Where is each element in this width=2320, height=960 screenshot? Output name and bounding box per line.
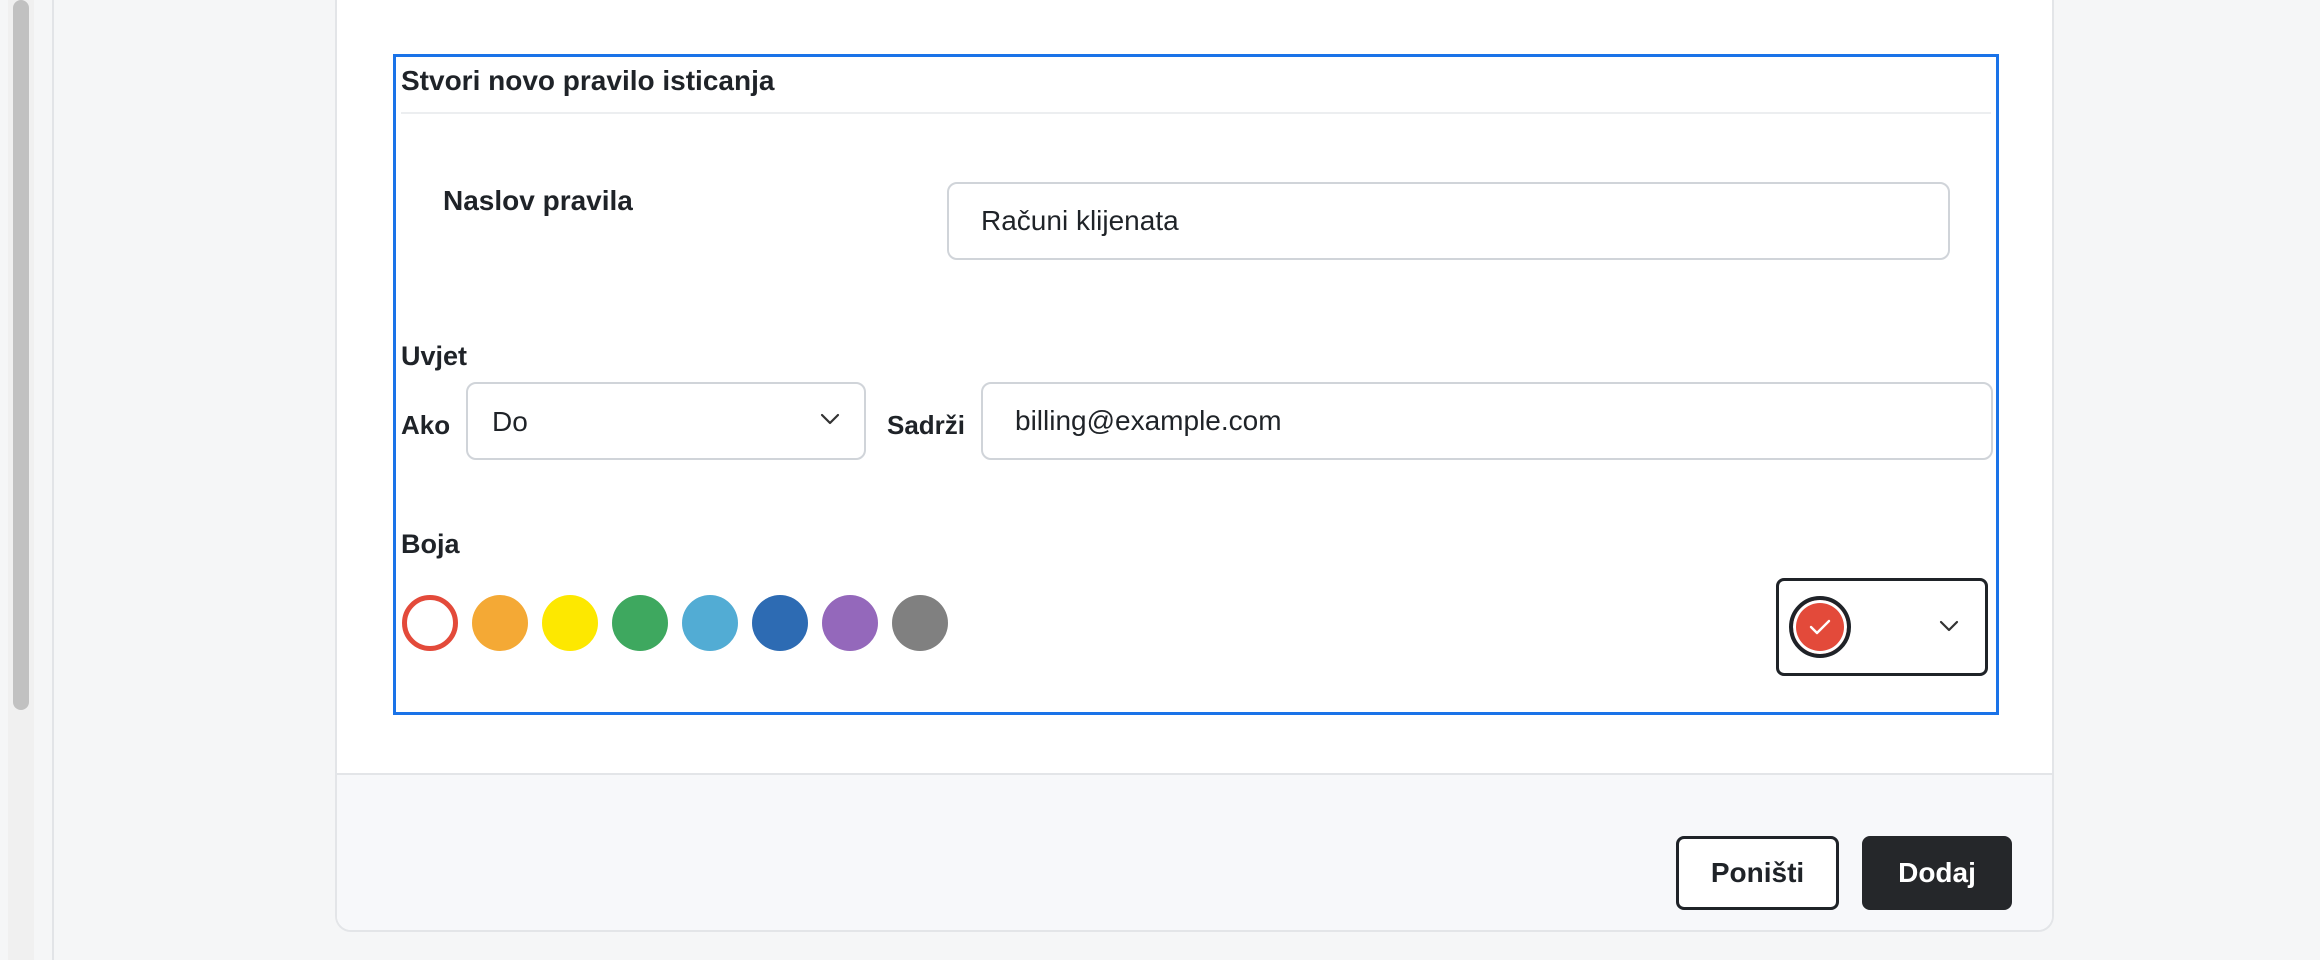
add-button[interactable]: Dodaj [1862, 836, 2012, 910]
new-rule-panel: Stvori novo pravilo isticanja Naslov pra… [393, 54, 1999, 715]
chevron-down-icon [1939, 620, 1959, 632]
color-swatch-yellow[interactable] [542, 595, 598, 651]
rule-title-input[interactable] [947, 182, 1950, 260]
contains-label: Sadrži [887, 410, 966, 440]
dialog-body: Stvori novo pravilo isticanja Naslov pra… [337, 0, 2052, 773]
color-swatch-orange[interactable] [472, 595, 528, 651]
panel-title: Stvori novo pravilo isticanja [401, 65, 775, 96]
color-swatch-light-blue[interactable] [682, 595, 738, 651]
color-swatch-gray[interactable] [892, 595, 948, 651]
scrollbar-thumb[interactable] [13, 0, 29, 710]
if-label: Ako [401, 410, 451, 440]
condition-label: Uvjet [401, 341, 468, 371]
color-swatch-red[interactable] [402, 595, 458, 651]
cancel-button[interactable]: Poništi [1676, 836, 1839, 910]
selected-color-dot [1789, 596, 1851, 658]
check-icon [1809, 619, 1831, 635]
chevron-down-icon [820, 413, 840, 425]
color-swatch-green[interactable] [612, 595, 668, 651]
color-picker-dropdown[interactable] [1776, 578, 1988, 676]
contains-input[interactable] [981, 382, 1993, 460]
panel-divider [401, 112, 1991, 114]
color-swatch-purple[interactable] [822, 595, 878, 651]
color-swatch-blue[interactable] [752, 595, 808, 651]
rule-title-label: Naslov pravila [443, 185, 633, 216]
field-select[interactable]: Do [466, 382, 866, 460]
highlight-rule-dialog: Stvori novo pravilo isticanja Naslov pra… [335, 0, 2054, 932]
dialog-footer: Poništi Dodaj [337, 773, 2052, 930]
left-gutter [0, 0, 54, 960]
color-label: Boja [401, 529, 460, 559]
field-select-value: Do [492, 406, 528, 437]
